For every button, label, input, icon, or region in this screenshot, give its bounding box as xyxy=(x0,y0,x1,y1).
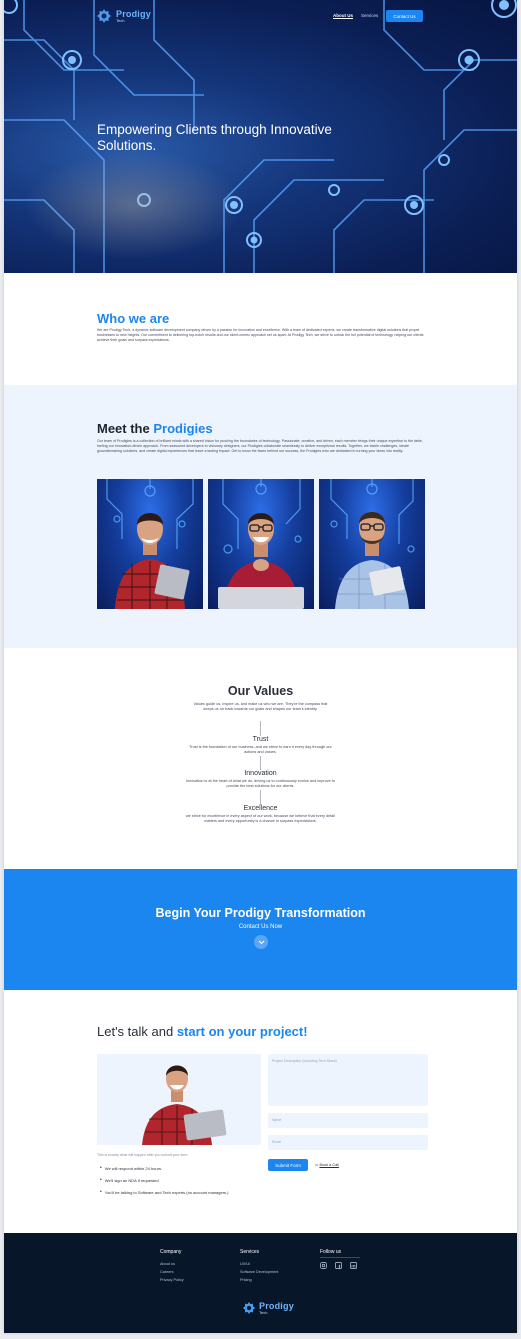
footer-services-column: Services UX/UI Software Development Pric… xyxy=(240,1249,278,1284)
project-title-plain: Let's talk and xyxy=(97,1024,174,1039)
chevron-down-icon xyxy=(258,940,264,944)
hero-workspace-glow xyxy=(24,150,244,260)
hero-title: Empowering Clients through Innovative So… xyxy=(97,122,332,153)
transformation-cta-section: Begin Your Prodigy Transformation Contac… xyxy=(4,869,517,990)
contact-photo xyxy=(97,1054,261,1145)
footer-logo[interactable]: Prodigy Tech xyxy=(242,1301,294,1315)
footer-link-pricing[interactable]: Pricing xyxy=(240,1276,278,1284)
meet-the-prodigies-section: Meet the Prodigies Our team of Prodigies… xyxy=(4,385,517,648)
header-logo[interactable]: Prodigy Tech xyxy=(96,8,151,24)
list-item: We'll sign an NDA if requested xyxy=(100,1174,229,1186)
prodigies-text: Our team of Prodigies is a collection of… xyxy=(97,439,423,453)
project-description-placeholder: Project Description (Including Tech Stac… xyxy=(272,1059,337,1063)
logo-subtitle: Tech xyxy=(116,17,125,23)
contact-us-button[interactable]: Contact Us xyxy=(386,10,423,22)
scroll-down-button[interactable] xyxy=(254,935,268,949)
prodigies-title: Meet the Prodigies xyxy=(97,421,213,436)
project-title: Let's talk and start on your project! xyxy=(97,1024,308,1039)
footer-follow-column: Follow us xyxy=(320,1249,360,1269)
prodigies-title-plain: Meet the xyxy=(97,421,150,436)
footer-divider xyxy=(320,1257,360,1258)
values-intro: Values guide us, inspire us, and make us… xyxy=(193,702,328,711)
who-we-are-text: We are Prodigy Tech, a dynamic software … xyxy=(97,328,424,342)
list-item: We will respond within 24 hours. xyxy=(100,1162,229,1174)
footer-link-uxui[interactable]: UX/UI xyxy=(240,1260,278,1268)
cta-contact-link[interactable]: Contact Us Now xyxy=(4,924,517,930)
value-text-trust: Trust is the foundation of our business,… xyxy=(189,745,332,754)
footer-company-column: Company About us Careers Privacy Policy xyxy=(160,1249,184,1284)
values-connector-line xyxy=(260,721,261,736)
team-member-illustration xyxy=(218,479,304,609)
footer-follow-title: Follow us xyxy=(320,1249,342,1255)
footer-link-privacy[interactable]: Privacy Policy xyxy=(160,1276,184,1284)
footer-link-software-development[interactable]: Software Development xyxy=(240,1268,278,1276)
value-title-trust: Trust xyxy=(252,736,269,743)
logo-gear-icon xyxy=(242,1301,256,1315)
submit-form-button[interactable]: Submit Form xyxy=(268,1159,308,1171)
team-member-illustration xyxy=(106,479,194,609)
linkedin-icon[interactable] xyxy=(350,1262,357,1269)
form-expectations-note: This is exactly what will happen after y… xyxy=(97,1153,189,1157)
footer: Company About us Careers Privacy Policy … xyxy=(4,1233,517,1333)
project-description-field[interactable]: Project Description (Including Tech Stac… xyxy=(268,1054,428,1106)
facebook-icon[interactable] xyxy=(335,1262,342,1269)
project-title-accent: start on your project! xyxy=(176,1024,308,1039)
team-member-photo xyxy=(319,479,425,609)
value-title-innovation: Innovation xyxy=(244,770,277,777)
value-text-excellence: we strive for excellence in every aspect… xyxy=(185,814,336,823)
or-label: or xyxy=(315,1163,319,1167)
name-field[interactable]: Name xyxy=(268,1113,428,1128)
value-title-excellence: Excellence xyxy=(243,805,278,812)
team-member-photo xyxy=(208,479,314,609)
footer-link-careers[interactable]: Careers xyxy=(160,1268,184,1276)
prodigies-title-accent: Prodigies xyxy=(153,421,213,436)
nav-link-services[interactable]: Services xyxy=(361,13,378,18)
values-connector-line xyxy=(260,790,261,805)
expectations-list: We will respond within 24 hours. We'll s… xyxy=(100,1162,229,1198)
footer-services-title: Services xyxy=(240,1249,260,1255)
value-text-innovation: Innovation is at the heart of what we do… xyxy=(185,779,335,788)
team-member-photo xyxy=(97,479,203,609)
footer-company-title: Company xyxy=(160,1249,182,1255)
footer-logo-subtitle: Tech xyxy=(259,1309,268,1315)
team-member-illustration xyxy=(330,479,415,609)
start-project-section: Let's talk and start on your project! Th… xyxy=(4,990,517,1233)
values-title: Our Values xyxy=(227,684,294,698)
logo-gear-icon xyxy=(97,9,111,23)
cta-title: Begin Your Prodigy Transformation xyxy=(155,906,366,920)
instagram-icon[interactable] xyxy=(320,1262,327,1269)
who-we-are-title: Who we are xyxy=(97,311,170,326)
list-item: You'll be talking to Software and Tech e… xyxy=(100,1186,229,1198)
email-placeholder: Email xyxy=(272,1140,281,1144)
contact-person-illustration xyxy=(142,1065,227,1145)
top-navigation: Prodigy Tech About Us Services Contact U… xyxy=(4,0,517,32)
email-field[interactable]: Email xyxy=(268,1135,428,1150)
our-values-section: Our Values Values guide us, inspire us, … xyxy=(4,648,517,869)
page: Prodigy Tech About Us Services Contact U… xyxy=(4,0,517,1333)
book-a-call-link[interactable]: Book a Call xyxy=(319,1163,338,1167)
name-placeholder: Name xyxy=(272,1118,282,1122)
book-call-option: or Book a Call xyxy=(315,1163,339,1167)
values-connector-line xyxy=(260,756,261,770)
social-links xyxy=(320,1262,360,1269)
nav-link-about[interactable]: About Us xyxy=(333,13,353,18)
hero-section: Prodigy Tech About Us Services Contact U… xyxy=(4,0,517,273)
who-we-are-section: Who we are We are Prodigy Tech, a dynami… xyxy=(4,273,517,385)
footer-link-about[interactable]: About us xyxy=(160,1260,184,1268)
